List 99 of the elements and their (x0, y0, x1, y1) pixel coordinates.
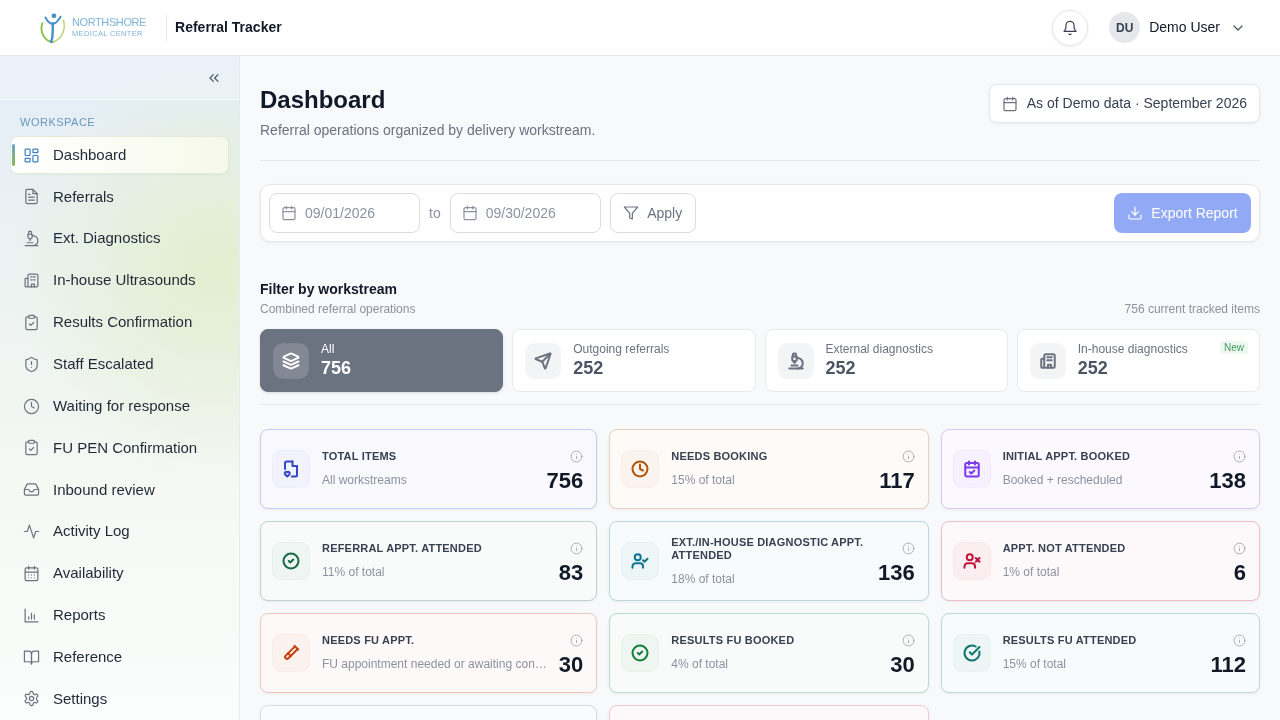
nav-item[interactable]: Inbound review (10, 470, 229, 509)
stat-value: 136 (877, 560, 915, 586)
pulse-icon (23, 523, 40, 541)
clock-icon (621, 450, 660, 488)
stat-value: 117 (879, 468, 915, 494)
building-icon (1029, 342, 1066, 379)
stat-title: TOTAL ITEMS (322, 450, 398, 463)
user-name[interactable]: Demo User (1149, 17, 1220, 38)
nav-item[interactable]: Reference (10, 638, 229, 677)
send-icon (525, 342, 562, 379)
nav-item[interactable]: Dashboard (10, 136, 229, 174)
new-badge: New (1220, 341, 1248, 354)
workstream-tab[interactable]: Outgoing referrals 252 (512, 329, 756, 392)
stat-title: APPT. NOT ATTENDED (1002, 542, 1127, 555)
info-icon[interactable] (901, 634, 915, 647)
stat-title: EXT./IN-HOUSE DIAGNOSTIC APPT. ATTENDED (671, 535, 865, 562)
stat-note: Booked + rescheduled (1002, 473, 1124, 488)
stat-value: 138 (1209, 468, 1246, 494)
apply-button[interactable]: Apply (609, 193, 696, 233)
clipboard-check-icon (23, 439, 40, 457)
page-title: Dashboard (260, 85, 387, 115)
stat-note: All workstreams (322, 473, 408, 488)
test-tube-icon (272, 634, 310, 672)
clock-icon (23, 397, 40, 415)
stat-value: 30 (558, 652, 584, 678)
stat-note: 4% of total (671, 657, 729, 672)
grid-icon (23, 146, 40, 164)
app-title: Referral Tracker (175, 18, 282, 37)
stat-note: FU appointment needed or awaiting con… (322, 657, 547, 672)
stat-value: 6 (1233, 560, 1246, 586)
stat-title: NEEDS BOOKING (671, 450, 769, 463)
nav-item[interactable]: Activity Log (10, 512, 229, 551)
stat-value: 756 (546, 468, 584, 494)
info-icon[interactable] (1233, 450, 1246, 463)
workstream-tab[interactable]: External diagnostics 252 (764, 329, 1008, 392)
stat-title: NEEDS FU APPT. (322, 634, 416, 647)
section-subtitle: Combined referral operations (260, 301, 416, 317)
nav-item[interactable]: Ext. Diagnostics (10, 219, 229, 258)
stat-note: 11% of total (322, 565, 386, 580)
notifications-button[interactable] (1052, 9, 1089, 46)
info-icon[interactable] (901, 450, 915, 463)
page-subtitle: Referral operations organized by delivery workstream. (260, 121, 596, 140)
filter-icon (623, 205, 640, 221)
info-icon[interactable] (901, 542, 915, 555)
stat-value: 30 (890, 652, 915, 678)
nav-item[interactable]: FU PEN Confirmation (10, 428, 229, 467)
clipboard-check-icon (23, 313, 40, 331)
stat-note: 1% of total (1002, 565, 1061, 580)
stat-title: INITIAL APPT. BOOKED (1002, 450, 1132, 463)
calendar-icon (281, 205, 297, 221)
calendar-check-icon (952, 450, 991, 488)
info-icon[interactable] (570, 450, 584, 463)
book-icon (23, 648, 40, 666)
nav-item[interactable]: Reports (10, 596, 229, 635)
workstream-tab[interactable]: In-house diagnostics 252 New (1016, 329, 1260, 392)
user-x-icon (952, 542, 991, 580)
layers-icon (273, 342, 309, 379)
microscope-icon (777, 342, 814, 379)
stat-title: RESULTS FU BOOKED (671, 634, 796, 647)
nav-item[interactable]: Waiting for response (10, 387, 229, 426)
as-of-date: As of Demo data · September 2026 (1026, 94, 1247, 113)
calendar-icon (1001, 95, 1018, 112)
stat-title: REFERRAL APPT. ATTENDED (322, 542, 483, 555)
section-title: Filter by workstream (260, 280, 398, 298)
info-icon[interactable] (1233, 542, 1246, 555)
nav-item[interactable]: Referrals (10, 177, 229, 216)
stat-note: 18% of total (671, 571, 736, 587)
bar-chart-icon (23, 606, 40, 624)
stat-value: 112 (1210, 652, 1246, 678)
user-check-icon (621, 542, 660, 580)
stat-value: 83 (558, 560, 584, 586)
bell-icon (1062, 19, 1079, 36)
section-label: WORKSPACE (19, 115, 97, 130)
document-icon (272, 450, 310, 488)
nav-item[interactable]: Results Confirmation (10, 303, 229, 342)
settings-icon (23, 690, 40, 708)
info-icon[interactable] (570, 542, 584, 555)
stat-note: 15% of total (1002, 657, 1067, 672)
info-icon[interactable] (1233, 634, 1246, 647)
nav-item[interactable]: Availability (10, 554, 229, 593)
calendar-icon (23, 564, 40, 582)
tracked-count: 756 current tracked items (1124, 301, 1260, 317)
workstream-tab[interactable]: All 756 (260, 329, 504, 392)
download-icon (1127, 205, 1144, 221)
info-icon[interactable] (570, 634, 584, 647)
logo-wordmark: NORTHSHORE (72, 17, 147, 29)
nav-item[interactable]: Settings (10, 679, 229, 718)
building-icon (23, 272, 40, 290)
user-avatar[interactable]: DU (1109, 12, 1141, 43)
shield-alert-icon (23, 355, 40, 373)
nav-item[interactable]: In-house Ultrasounds (10, 261, 229, 300)
stat-note: 15% of total (671, 473, 736, 488)
inbox-icon (23, 481, 40, 499)
document-icon (23, 188, 40, 206)
microscope-icon (23, 230, 40, 248)
range-separator: to (429, 203, 441, 223)
calendar-icon (461, 205, 478, 221)
nav-item[interactable]: Staff Escalated (10, 345, 229, 384)
stat-title: RESULTS FU ATTENDED (1002, 634, 1138, 647)
